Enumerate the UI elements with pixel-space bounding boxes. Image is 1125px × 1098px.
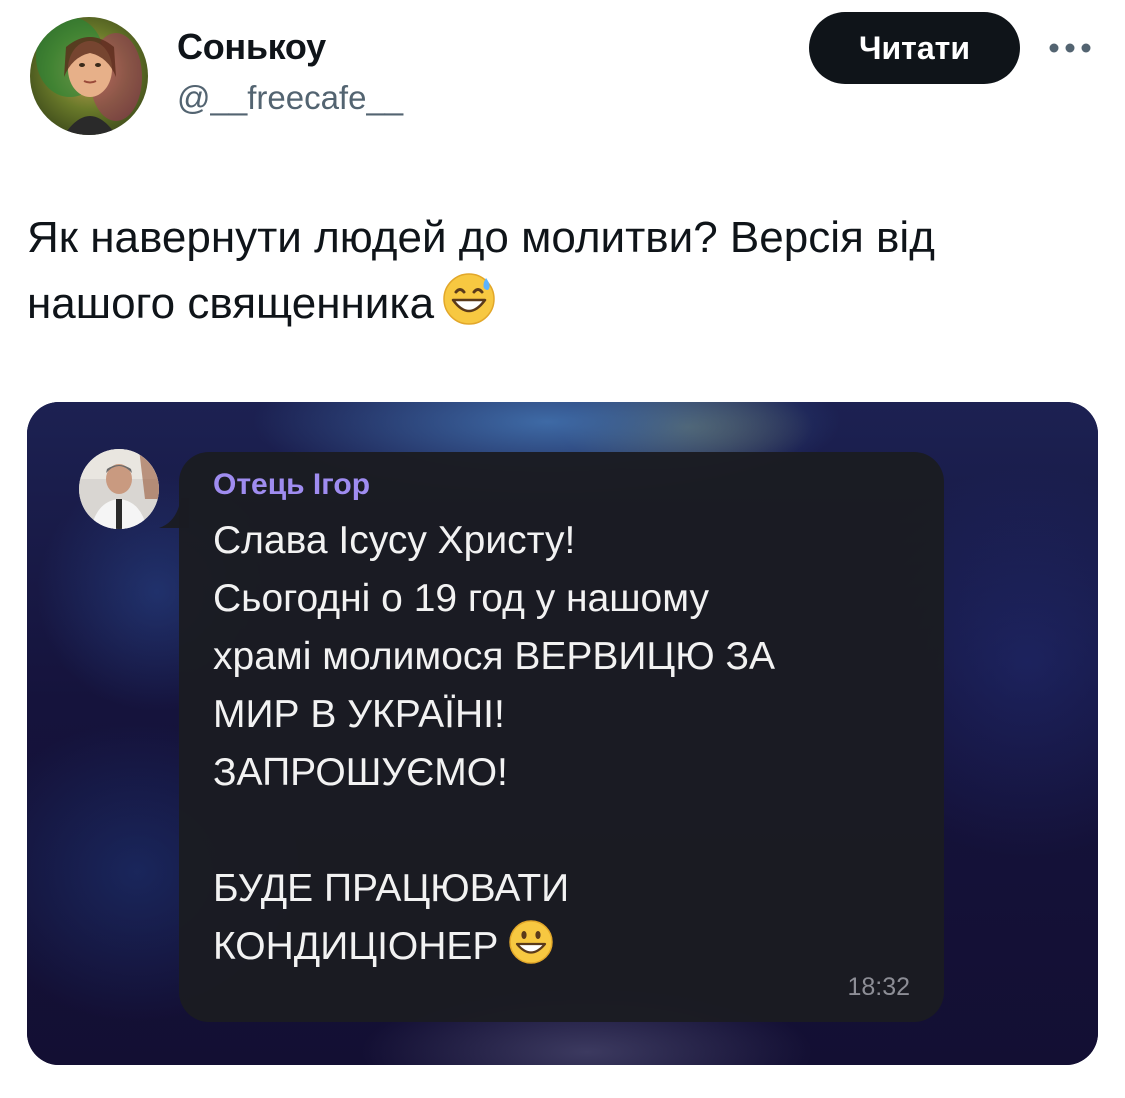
message-line [213, 802, 923, 860]
grinning-face-with-sweat-emoji [442, 272, 496, 345]
tweet-text-line: Як навернути людей до молитви? Версія ві… [27, 213, 935, 262]
tweet-text-line-content: нашого священника [27, 279, 435, 328]
message-line-content: КОНДИЦІОНЕР [213, 925, 499, 968]
author-handle[interactable]: @__freecafe__ [177, 78, 403, 118]
message-line: БУДЕ ПРАЦЮВАТИ [213, 867, 570, 910]
message-line: храмі молимося ВЕРВИЦЮ ЗА [213, 635, 776, 678]
message-line: КОНДИЦІОНЕР [213, 918, 923, 982]
tweet-text-line: нашого священника [27, 271, 1087, 345]
tweet-text: Як навернути людей до молитви? Версія ві… [27, 205, 1087, 345]
more-horizontal-icon[interactable] [1046, 38, 1094, 58]
message-timestamp: 18:32 [847, 973, 910, 1001]
message-body: Слава Ісусу Христу! Сьогодні о 19 год у … [213, 512, 923, 982]
message-line: Сьогодні о 19 год у нашому [213, 577, 709, 620]
tweet-media-image[interactable]: Отець Ігор Слава Ісусу Христу! Сьогодні … [27, 402, 1098, 1065]
author-avatar[interactable] [30, 17, 148, 135]
follow-button[interactable]: Читати [809, 12, 1020, 84]
author-display-name[interactable]: Сонькоу [177, 26, 326, 68]
grinning-face-emoji [508, 919, 554, 982]
sender-name: Отець Ігор [213, 468, 371, 501]
message-line: Слава Ісусу Христу! [213, 519, 576, 562]
sender-avatar [79, 449, 159, 529]
message-bubble: Отець Ігор Слава Ісусу Христу! Сьогодні … [179, 452, 944, 1022]
message-line: ЗАПРОШУЄМО! [213, 751, 508, 794]
message-line: МИР В УКРАЇНІ! [213, 693, 505, 736]
